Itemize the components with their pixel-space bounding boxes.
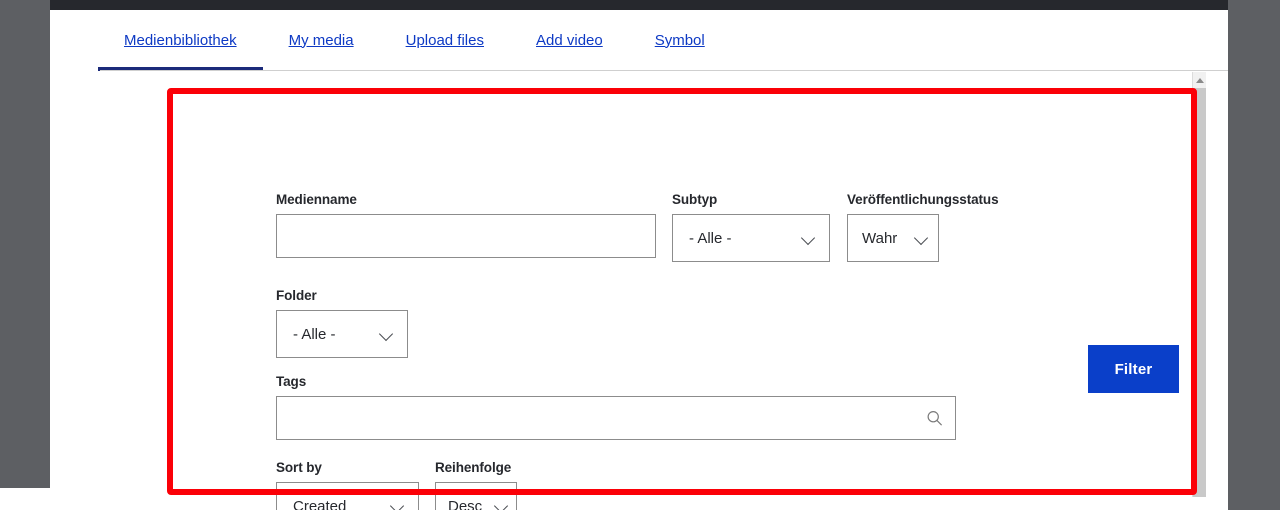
veroeffentlichungsstatus-selected-value: Wahr [862,229,898,247]
chevron-down-icon [380,328,393,341]
tab-upload-files[interactable]: Upload files [404,32,486,49]
tab-label: Symbol [654,31,705,49]
tab-add-video[interactable]: Add video [534,32,605,49]
tab-label: Add video [536,31,603,49]
scroll-up-arrow-icon[interactable] [1193,72,1206,88]
veroeffentlichungsstatus-select[interactable]: Wahr [847,214,939,262]
folder-selected-value: - Alle - [293,325,336,343]
chevron-down-icon [391,500,404,510]
field-subtyp: Subtyp - Alle - [672,192,830,262]
tab-bar: Medienbibliothek My media Upload files A… [50,10,1228,71]
modal-titlebar [50,0,1228,10]
reihenfolge-selected-value: Desc [448,497,483,510]
veroeffentlichungsstatus-label: Veröffentlichungsstatus [847,192,999,207]
sort-by-selected-value: Created [293,497,347,510]
scrollbar-thumb[interactable] [1193,88,1206,497]
medienname-input[interactable] [276,214,656,258]
tags-label: Tags [276,374,307,389]
sort-by-select[interactable]: Created [276,482,419,510]
media-library-modal: Medienbibliothek My media Upload files A… [50,0,1228,510]
field-medienname: Medienname [276,192,656,258]
tab-medienbibliothek[interactable]: Medienbibliothek [98,31,263,71]
filter-scroll-area: Medienname Subtyp - Alle - Veröffentlich… [112,72,1192,510]
tab-my-media[interactable]: My media [287,32,356,49]
filter-button[interactable]: Filter [1088,345,1179,393]
tags-input-wrapper [276,396,956,440]
subtyp-selected-value: - Alle - [689,229,732,247]
folder-label: Folder [276,288,317,303]
folder-select[interactable]: - Alle - [276,310,408,358]
subtyp-label: Subtyp [672,192,718,207]
tab-label: Upload files [405,31,484,49]
chevron-down-icon [915,232,928,245]
reihenfolge-label: Reihenfolge [435,460,512,475]
field-reihenfolge: Reihenfolge Desc [435,460,517,510]
subtyp-select[interactable]: - Alle - [672,214,830,262]
modal-backdrop-left [0,0,50,488]
field-sort-by: Sort by Created [276,460,419,510]
sort-by-label: Sort by [276,460,322,475]
tab-symbol[interactable]: Symbol [653,32,707,49]
modal-backdrop-right [1228,0,1280,510]
tab-label: Medienbibliothek [124,31,237,49]
tab-label: My media [288,31,354,49]
tags-input[interactable] [276,396,956,440]
field-tags: Tags [276,374,956,440]
reihenfolge-select[interactable]: Desc [435,482,517,510]
chevron-down-icon [495,500,508,510]
field-veroeffentlichungsstatus: Veröffentlichungsstatus Wahr [847,192,999,262]
vertical-scrollbar[interactable] [1192,72,1206,497]
field-folder: Folder - Alle - [276,288,408,358]
tab-bar-divider [100,70,1228,71]
chevron-down-icon [802,232,815,245]
medienname-label: Medienname [276,192,357,207]
media-filter-form: Medienname Subtyp - Alle - Veröffentlich… [276,192,1196,510]
page-root: Medienbibliothek My media Upload files A… [0,0,1280,510]
backdrop-bottom-strip [0,488,50,510]
